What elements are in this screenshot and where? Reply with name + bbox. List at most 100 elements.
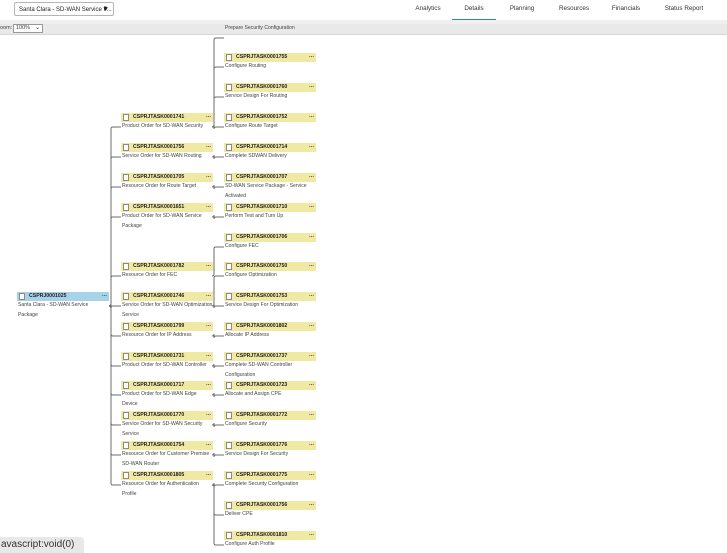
task-number[interactable]: CSPRJTASK0001651: [133, 203, 184, 212]
task-number[interactable]: CSPRJTASK0001714: [236, 143, 287, 152]
task-number[interactable]: CSPRJTASK0001782: [133, 262, 184, 271]
more-options-icon[interactable]: ...: [206, 262, 211, 269]
task-number[interactable]: CSPRJTASK0001810: [236, 531, 287, 540]
more-options-icon[interactable]: ...: [309, 292, 314, 299]
task-node[interactable]: CSPRJTASK0001651... Product Order for SD-…: [121, 203, 213, 231]
task-node[interactable]: CSPRJTASK0001706... Configure FEC: [224, 233, 316, 252]
task-number[interactable]: CSPRJTASK0001707: [236, 173, 287, 182]
task-node[interactable]: CSPRJTASK0001717... Product Order for SD-…: [121, 381, 213, 409]
task-node[interactable]: CSPRJTASK0001775... Complete Security Con…: [224, 471, 316, 490]
task-number[interactable]: CSPRJTASK0001717: [133, 381, 184, 390]
more-options-icon[interactable]: ...: [206, 471, 211, 478]
more-options-icon[interactable]: ...: [309, 411, 314, 418]
task-number[interactable]: CSPRJTASK0001746: [133, 292, 184, 301]
more-options-icon[interactable]: ...: [309, 262, 314, 269]
tab-status-report[interactable]: Status Report: [660, 0, 708, 19]
task-number[interactable]: CSPRJTASK0001752: [236, 113, 287, 122]
task-node[interactable]: CSPRJTASK0001707... SD-WAN Service Packag…: [224, 173, 316, 201]
task-number[interactable]: CSPRJTASK0001723: [236, 381, 287, 390]
more-options-icon[interactable]: ...: [206, 143, 211, 150]
more-options-icon[interactable]: ...: [309, 113, 314, 120]
task-node[interactable]: CSPRJTASK0001810... Configure Auth Profil…: [224, 531, 316, 550]
task-node[interactable]: CSPRJTASK0001755... Configure Routing: [224, 53, 316, 72]
task-number[interactable]: CSPRJTASK0001776: [236, 441, 287, 450]
dependency-line: [211, 333, 224, 339]
task-node[interactable]: CSPRJTASK0001760... Service Design For Ro…: [224, 83, 316, 102]
task-node[interactable]: CSPRJTASK0001752... Configure Route Targe…: [224, 113, 316, 132]
task-node[interactable]: CSPRJTASK0001772... Configure Security: [224, 411, 316, 430]
more-options-icon[interactable]: ...: [206, 203, 211, 210]
task-number[interactable]: CSPRJTASK0001731: [133, 352, 184, 361]
task-number[interactable]: CSPRJTASK0001799: [133, 322, 184, 331]
more-options-icon[interactable]: ...: [206, 441, 211, 448]
more-options-icon[interactable]: ...: [206, 173, 211, 180]
task-node[interactable]: CSPRJTASK0001753... Service Design For Op…: [224, 292, 316, 311]
more-options-icon[interactable]: ...: [309, 143, 314, 150]
more-options-icon[interactable]: ...: [206, 322, 211, 329]
more-options-icon[interactable]: ...: [309, 381, 314, 388]
more-options-icon[interactable]: ...: [206, 381, 211, 388]
task-node[interactable]: CSPRJTASK0001723... Allocate and Assign C…: [224, 381, 316, 400]
more-options-icon[interactable]: ...: [206, 352, 211, 359]
task-number[interactable]: CSPRJ0001025: [29, 292, 67, 301]
tab-resources[interactable]: Resources: [554, 0, 594, 19]
task-number[interactable]: CSPRJTASK0001706: [236, 233, 287, 242]
tab-analytics[interactable]: Analytics: [410, 0, 446, 19]
task-node[interactable]: CSPRJTASK0001714... Complete SDWAN Delive…: [224, 143, 316, 162]
task-number[interactable]: CSPRJTASK0001772: [236, 411, 287, 420]
more-options-icon[interactable]: ...: [309, 471, 314, 478]
tab-financials[interactable]: Financials: [606, 0, 646, 19]
more-options-icon[interactable]: ...: [102, 292, 107, 299]
task-node[interactable]: CSPRJTASK0001746... Service Order for SD-…: [121, 292, 213, 320]
task-node[interactable]: CSPRJ0001025... Santa Clara - SD-WAN Serv…: [17, 292, 109, 320]
task-node[interactable]: CSPRJTASK0001756... Deliver CPE: [224, 501, 316, 520]
more-options-icon[interactable]: ...: [309, 233, 314, 240]
task-node[interactable]: CSPRJTASK0001770... Service Order for SD-…: [121, 411, 213, 439]
task-node[interactable]: CSPRJTASK0001737... Complete SD-WAN Contr…: [224, 352, 316, 380]
task-number[interactable]: CSPRJTASK0001710: [236, 203, 287, 212]
task-node[interactable]: CSPRJTASK0001731... Product Order for SD-…: [121, 352, 213, 371]
more-options-icon[interactable]: ...: [206, 113, 211, 120]
task-number[interactable]: CSPRJTASK0001756: [133, 143, 184, 152]
zoom-select[interactable]: 100% ⌄: [13, 24, 43, 33]
more-options-icon[interactable]: ...: [309, 501, 314, 508]
task-number[interactable]: CSPRJTASK0001753: [236, 292, 287, 301]
more-options-icon[interactable]: ...: [206, 411, 211, 418]
task-number[interactable]: CSPRJTASK0001750: [236, 262, 287, 271]
task-number[interactable]: CSPRJTASK0001770: [133, 411, 184, 420]
task-number[interactable]: CSPRJTASK0001705: [133, 173, 184, 182]
tab-details[interactable]: Details: [452, 0, 496, 20]
more-options-icon[interactable]: ...: [206, 292, 211, 299]
more-options-icon[interactable]: ...: [309, 173, 314, 180]
task-node[interactable]: CSPRJTASK0001776... Service Design For Se…: [224, 441, 316, 460]
task-number[interactable]: CSPRJTASK0001760: [236, 83, 287, 92]
more-options-icon[interactable]: ...: [309, 352, 314, 359]
task-node[interactable]: CSPRJTASK0001782... Resource Order for FE…: [121, 262, 213, 281]
task-number[interactable]: CSPRJTASK0001737: [236, 352, 287, 361]
task-number[interactable]: CSPRJTASK0001802: [236, 322, 287, 331]
task-number[interactable]: CSPRJTASK0001755: [236, 53, 287, 62]
task-node[interactable]: Prepare Security Configuration: [224, 24, 316, 34]
task-node[interactable]: CSPRJTASK0001805... Resource Order for Au…: [121, 471, 213, 499]
task-number[interactable]: CSPRJTASK0001754: [133, 441, 184, 450]
task-node[interactable]: CSPRJTASK0001756... Service Order for SD-…: [121, 143, 213, 162]
task-node[interactable]: CSPRJTASK0001741... Product Order for SD-…: [121, 113, 213, 132]
task-node[interactable]: CSPRJTASK0001754... Resource Order for Cu…: [121, 441, 213, 469]
task-number[interactable]: CSPRJTASK0001775: [236, 471, 287, 480]
task-node[interactable]: CSPRJTASK0001802... Allocate IP Address: [224, 322, 316, 341]
task-number[interactable]: CSPRJTASK0001741: [133, 113, 184, 122]
project-select[interactable]: Santa Clara - SD-WAN Service P... ▼: [14, 2, 114, 16]
task-node[interactable]: CSPRJTASK0001710... Perform Test and Turn…: [224, 203, 316, 222]
more-options-icon[interactable]: ...: [309, 322, 314, 329]
task-node[interactable]: CSPRJTASK0001750... Configure Optimizatio…: [224, 262, 316, 281]
more-options-icon[interactable]: ...: [309, 531, 314, 538]
task-number[interactable]: CSPRJTASK0001756: [236, 501, 287, 510]
more-options-icon[interactable]: ...: [309, 53, 314, 60]
more-options-icon[interactable]: ...: [309, 83, 314, 90]
task-node[interactable]: CSPRJTASK0001705... Resource Order for Ro…: [121, 173, 213, 192]
task-number[interactable]: CSPRJTASK0001805: [133, 471, 184, 480]
more-options-icon[interactable]: ...: [309, 203, 314, 210]
more-options-icon[interactable]: ...: [309, 441, 314, 448]
tab-planning[interactable]: Planning: [504, 0, 540, 19]
task-node[interactable]: CSPRJTASK0001799... Resource Order for IP…: [121, 322, 213, 341]
